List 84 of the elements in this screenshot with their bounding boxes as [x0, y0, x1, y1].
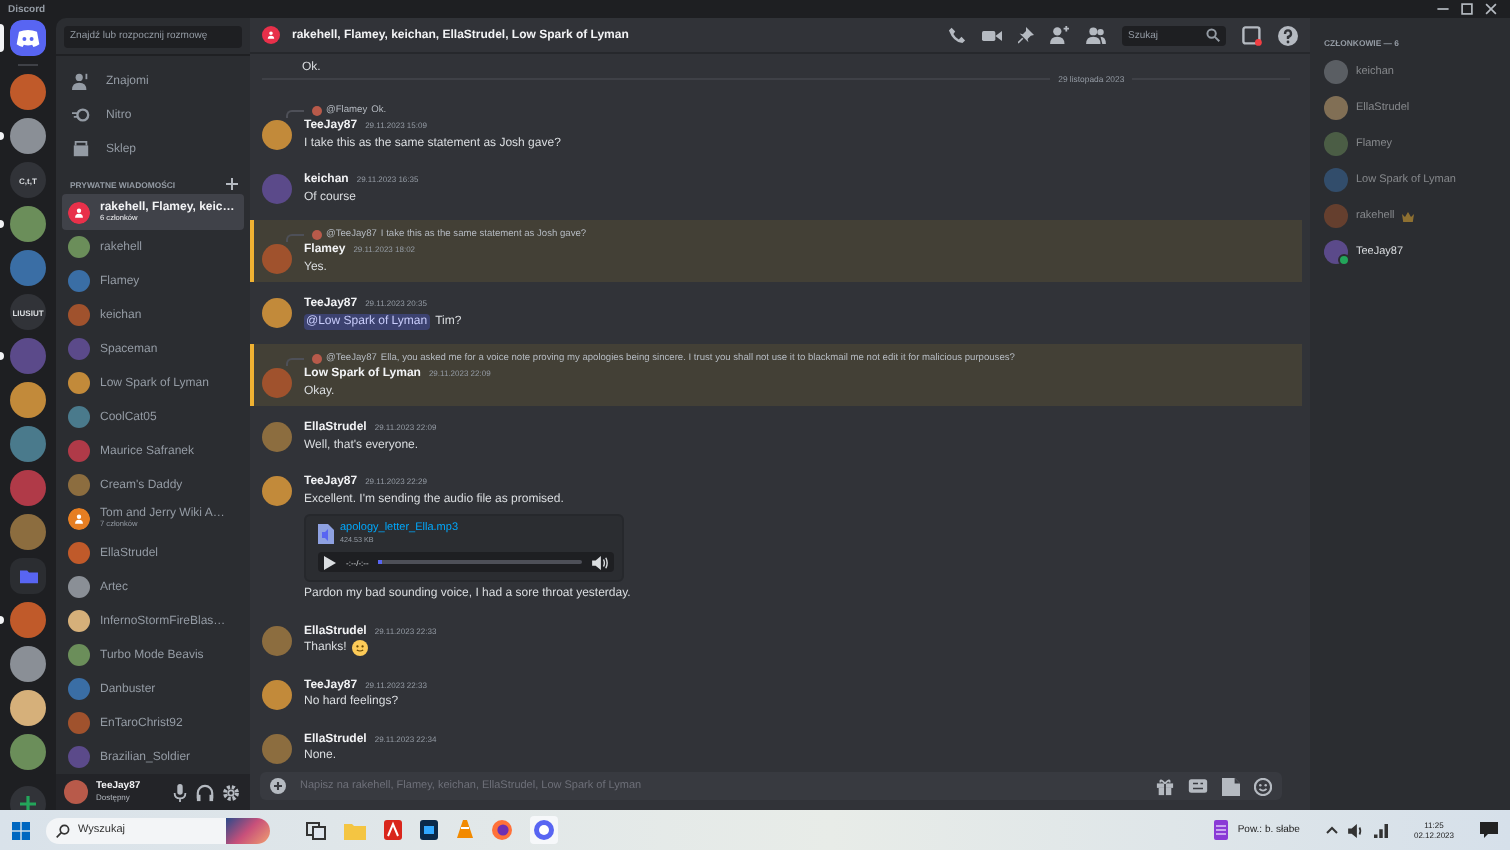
caret-up-icon[interactable]: [1325, 826, 1338, 834]
avatar: [68, 542, 90, 564]
add-attachment-icon[interactable]: [270, 778, 286, 794]
network-icon[interactable]: [1373, 823, 1388, 837]
reply-avatar: [312, 229, 322, 239]
avatar: [68, 712, 90, 734]
avatar: [68, 746, 90, 768]
photo-editor-app-icon[interactable]: [420, 820, 438, 840]
avatar[interactable]: [262, 422, 292, 452]
plus-icon[interactable]: [226, 178, 238, 190]
smiley-emoji-icon: [352, 640, 369, 657]
members-icon[interactable]: [1086, 26, 1106, 44]
group-icon: [262, 26, 280, 44]
windows-start-icon[interactable]: [12, 821, 30, 839]
waving-person-icon: [72, 72, 90, 90]
browser-icon[interactable]: [492, 820, 512, 840]
weather-icon: [1213, 820, 1228, 840]
avatar[interactable]: [262, 298, 292, 328]
phone-icon[interactable]: [948, 26, 966, 44]
speaker-icon[interactable]: [1347, 823, 1364, 837]
reply-avatar: [312, 353, 322, 363]
close-icon[interactable]: [1484, 2, 1498, 16]
avatar: [68, 576, 90, 598]
maximize-icon[interactable]: [1460, 2, 1474, 16]
add-member-icon[interactable]: [1050, 26, 1070, 44]
video-camera-icon[interactable]: [982, 27, 1002, 43]
audio-file-icon: [318, 524, 334, 544]
taskbar-app[interactable]: [530, 816, 558, 844]
task-view-icon[interactable]: [306, 821, 326, 839]
server-folder[interactable]: [10, 558, 46, 594]
online-status-dot: [1338, 254, 1350, 266]
group-icon: [68, 508, 90, 530]
avatar: [68, 406, 90, 428]
nitro-icon: [72, 106, 90, 124]
shop-icon: [72, 140, 90, 158]
notification-icon[interactable]: [1480, 822, 1498, 838]
pdf-app-icon[interactable]: [384, 820, 402, 840]
avatar: [68, 304, 90, 326]
avatar: [68, 644, 90, 666]
minimize-icon[interactable]: [1436, 2, 1450, 16]
microphone-icon[interactable]: [172, 783, 188, 801]
chat-app-icon: [534, 820, 554, 840]
server-icon[interactable]: [10, 514, 46, 550]
server-icon[interactable]: [10, 118, 46, 154]
server-icon[interactable]: [10, 646, 46, 682]
server-icon[interactable]: [10, 602, 46, 638]
avatar[interactable]: [262, 733, 292, 763]
pin-icon[interactable]: [1018, 26, 1034, 44]
avatar: [68, 372, 90, 394]
avatar: [68, 338, 90, 360]
search-highlight-picture: [226, 817, 270, 843]
avatar: [68, 270, 90, 292]
avatar: [68, 236, 90, 258]
help-icon[interactable]: [1278, 25, 1298, 45]
user-avatar[interactable]: [64, 780, 88, 804]
server-icon[interactable]: [10, 74, 46, 110]
avatar: [68, 440, 90, 462]
group-icon: [68, 201, 90, 223]
avatar[interactable]: [262, 476, 292, 506]
server-icon[interactable]: [10, 690, 46, 726]
search-icon: [56, 823, 70, 837]
gif-icon[interactable]: [1188, 778, 1208, 794]
reply-avatar: [312, 105, 322, 115]
avatar[interactable]: [262, 120, 292, 150]
settings-icon[interactable]: [222, 783, 240, 801]
headphones-icon[interactable]: [196, 783, 214, 801]
avatar[interactable]: [262, 625, 292, 655]
search-icon: [1206, 28, 1220, 42]
volume-icon[interactable]: [592, 555, 608, 569]
emoji-icon[interactable]: [1254, 777, 1272, 795]
server-icon[interactable]: [10, 426, 46, 462]
play-icon[interactable]: [324, 555, 336, 569]
sticker-icon[interactable]: [1222, 777, 1240, 795]
folder-icon: [19, 568, 37, 584]
avatar: [68, 610, 90, 632]
server-icon[interactable]: [10, 382, 46, 418]
discord-logo-icon[interactable]: [10, 20, 46, 56]
avatar: [68, 678, 90, 700]
server-icon[interactable]: [10, 206, 46, 242]
avatar[interactable]: [262, 679, 292, 709]
server-icon[interactable]: [10, 734, 46, 770]
gift-icon[interactable]: [1156, 777, 1174, 795]
avatar: [68, 474, 90, 496]
inbox-icon[interactable]: [1242, 25, 1262, 45]
